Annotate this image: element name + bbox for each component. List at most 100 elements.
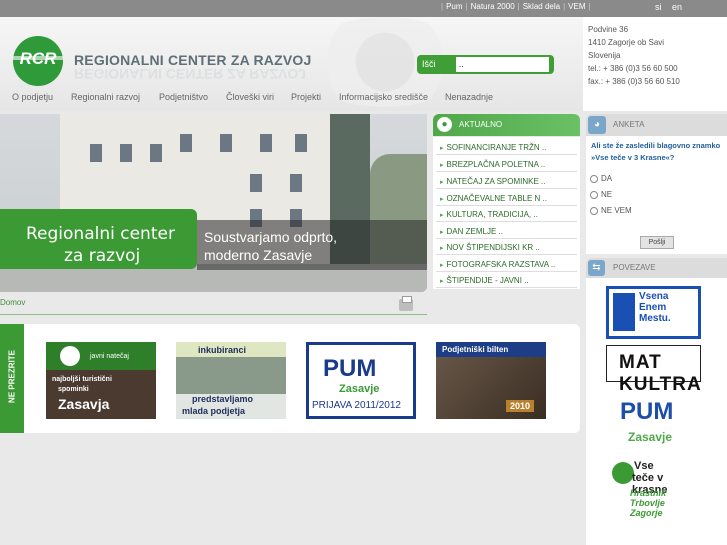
card-label: 2010: [506, 400, 535, 412]
nav-item-cloveski-viri[interactable]: Človeški viri: [226, 92, 274, 102]
logo-text: RCR: [19, 49, 57, 68]
news-item[interactable]: OZNAČEVALNE TABLE N ..: [436, 191, 577, 206]
card-label: PUM: [323, 355, 377, 382]
link-vem-banner[interactable]: Vsena Enem Mestu.: [606, 286, 701, 339]
slogan-line2: moderno Zasavje: [204, 247, 313, 263]
radio-icon[interactable]: [590, 190, 598, 199]
links-header: ⇆ POVEZAVE: [586, 258, 727, 278]
town: Zagorje: [630, 508, 663, 518]
vsetece-towns: Hrastnik Trbovlje Zagorje: [630, 488, 666, 518]
card-label: predstavljamo: [192, 394, 254, 404]
address-block: Podvine 36 1410 Zagorje ob Savi Slovenij…: [583, 17, 727, 111]
radio-icon[interactable]: [590, 174, 598, 183]
news-title: AKTUALNO: [459, 120, 503, 129]
promo-card-spominki[interactable]: javni natečaj najboljši turistični spomi…: [46, 342, 156, 419]
promo-card-inkubiranci[interactable]: inkubiranci predstavljamo mlada podjetja: [176, 342, 286, 419]
card-label: Zasavja: [58, 396, 110, 412]
poll-option-ne[interactable]: NE: [590, 190, 612, 199]
poll-option-da[interactable]: DA: [590, 174, 612, 183]
news-icon: ●: [437, 117, 452, 132]
card-label: spominki: [58, 386, 89, 393]
search-box: Išči: [417, 55, 554, 74]
top-link-vem[interactable]: VEM: [565, 2, 588, 11]
poll-icon: ◕: [588, 116, 606, 134]
news-item[interactable]: ŠTIPENDIJE - JAVNI ..: [436, 273, 577, 288]
card-label: mlada podjetja: [182, 406, 246, 416]
news-item[interactable]: BREZPLAČNA POLETNA ..: [436, 157, 577, 172]
vsetece-logo-icon: [612, 462, 634, 484]
radio-icon[interactable]: [590, 206, 598, 215]
links-title: POVEZAVE: [613, 263, 656, 272]
slogan-line1: Soustvarjamo odprto,: [204, 229, 338, 245]
site-title-reflection: REGIONALNI CENTER ZA RAZVOJ: [74, 66, 307, 82]
vem-logo-icon: [613, 293, 635, 331]
address-country: Slovenija: [588, 51, 621, 60]
banner-line2: za razvoj: [64, 246, 141, 266]
promo-card-bilten[interactable]: Podjetniški bilten 2010: [436, 342, 546, 419]
promo-tab-label: NE PREZRITE: [7, 350, 17, 403]
address-fax: fax.: + 386 (0)3 56 60 510: [588, 77, 680, 86]
lang-en[interactable]: en: [672, 2, 682, 12]
promo-card-pum[interactable]: PUM Zasavje PRIJAVA 2011/2012: [306, 342, 416, 419]
address-street: Podvine 36: [588, 25, 629, 34]
poll-header: ◕ ANKETA: [586, 114, 727, 136]
pum-sub: Zasavje: [628, 430, 673, 444]
poll-option-label: NE VEM: [601, 206, 632, 215]
top-link-pum[interactable]: Pum: [443, 2, 465, 11]
card-label: javni natečaj: [90, 353, 129, 360]
pum-text: PUM: [620, 398, 674, 425]
top-links: | Pum | Natura 2000 | Sklad dela | VEM |: [441, 2, 591, 11]
town: Trbovlje: [630, 498, 665, 508]
news-list: SOFINANCIRANJE TRŽN .. BREZPLAČNA POLETN…: [433, 137, 580, 289]
vsetece-line1: Vse: [634, 460, 654, 472]
vem-line2: Enem: [639, 302, 667, 313]
vem-line1: Vsena: [639, 291, 669, 302]
nav-item-projekti[interactable]: Projekti: [291, 92, 321, 102]
card-logo-icon: [60, 346, 80, 366]
link-pum-banner[interactable]: PUM Zasavje: [606, 390, 701, 452]
search-label: Išči: [422, 59, 436, 69]
link-matkultura-banner[interactable]: MAT KULTRA: [606, 345, 701, 395]
news-header: ● AKTUALNO: [433, 114, 580, 136]
poll-submit-button[interactable]: Pošlji: [640, 236, 674, 249]
language-switcher: si en: [655, 2, 690, 12]
search-input[interactable]: [456, 57, 549, 72]
poll-option-label: DA: [601, 174, 613, 183]
news-item[interactable]: DAN ZEMLJE ..: [436, 224, 577, 239]
lang-si[interactable]: si: [655, 2, 662, 12]
print-icon[interactable]: [399, 296, 413, 311]
card-label: Podjetniški bilten: [442, 345, 509, 354]
top-link-natura[interactable]: Natura 2000: [468, 2, 518, 11]
card-label: najboljši turistični: [52, 376, 112, 383]
link-more-banner[interactable]: [606, 535, 701, 545]
card-label: PRIJAVA 2011/2012: [312, 400, 401, 411]
news-item[interactable]: NOV ŠTIPENDIJSKI KR ..: [436, 240, 577, 255]
poll-option-label: NE: [601, 190, 613, 199]
nav-item-o-podjetju[interactable]: O podjetju: [12, 92, 53, 102]
poll-option-ne-vem[interactable]: NE VEM: [590, 206, 632, 215]
news-item[interactable]: NATEČAJ ZA SPOMINKE ..: [436, 174, 577, 189]
divider: [0, 314, 427, 315]
address-city: 1410 Zagorje ob Savi: [588, 38, 665, 47]
banner-line1: Regionalni center: [26, 224, 175, 244]
vem-line3: Mestu.: [639, 313, 671, 324]
top-link-sklad[interactable]: Sklad dela: [520, 2, 563, 11]
link-vsetece-banner[interactable]: Vse teče v krasne Hrastnik Trbovlje Zago…: [606, 460, 701, 528]
news-item[interactable]: FOTOGRAFSKA RAZSTAVA ..: [436, 257, 577, 272]
links-icon: ⇆: [588, 260, 605, 276]
top-bar: | Pum | Natura 2000 | Sklad dela | VEM | si en: [0, 0, 727, 17]
poll-question: Ali ste že zasledili blagovno znamko »Vs…: [591, 141, 721, 162]
address-phone: tel.: + 386 (0)3 56 60 500: [588, 64, 678, 73]
nav-item-nenazadnje[interactable]: Nenazadnje: [445, 92, 493, 102]
news-item[interactable]: KULTURA, TRADICIJA, ..: [436, 207, 577, 222]
nav-item-podjetnistvo[interactable]: Podjetništvo: [159, 92, 208, 102]
news-item[interactable]: SOFINANCIRANJE TRŽN ..: [436, 140, 577, 155]
nav-item-informacijsko-sredisce[interactable]: Informacijsko središče: [339, 92, 428, 102]
town: Hrastnik: [630, 488, 667, 498]
breadcrumb[interactable]: Domov: [0, 298, 25, 307]
card-label: Zasavje: [339, 383, 380, 395]
vem-text: Vsena Enem Mestu.: [639, 291, 671, 324]
card-label: inkubiranci: [198, 345, 247, 355]
poll-title: ANKETA: [613, 120, 645, 129]
nav-item-regionalni-razvoj[interactable]: Regionalni razvoj: [71, 92, 140, 102]
